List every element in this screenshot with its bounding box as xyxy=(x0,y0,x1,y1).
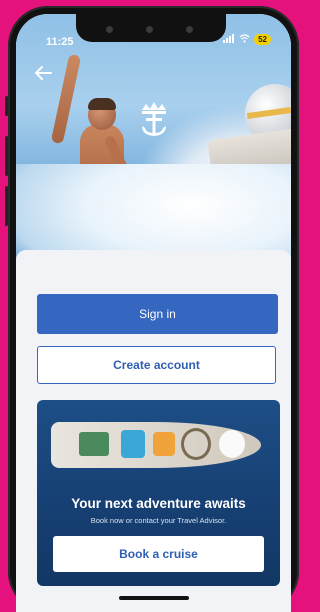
book-cruise-button[interactable]: Book a cruise xyxy=(53,536,264,572)
ship-deck-ring xyxy=(181,428,211,460)
promo-title: Your next adventure awaits xyxy=(71,496,246,511)
ship-deck-slide xyxy=(153,432,175,456)
face-sensor xyxy=(146,26,153,33)
ship-top-view-image xyxy=(51,422,261,468)
proximity-sensor xyxy=(186,26,193,33)
mute-switch xyxy=(5,96,8,116)
status-time: 11:25 xyxy=(46,36,74,48)
arrow-left-icon[interactable] xyxy=(32,62,56,86)
auth-panel: Sign in Create account Your next adventu… xyxy=(16,250,291,612)
status-icons: 52 xyxy=(223,34,271,45)
royal-caribbean-crown-anchor-icon xyxy=(134,100,174,140)
volume-up-button xyxy=(5,136,8,176)
promo-card: Your next adventure awaits Book now or c… xyxy=(37,400,280,586)
hero-person-hair xyxy=(88,98,116,110)
app-screen: 11:25 52 Sign in Create account Your nex… xyxy=(16,14,291,612)
camera-notch xyxy=(76,14,226,42)
battery-indicator: 52 xyxy=(254,34,271,45)
promo-subtitle: Book now or contact your Travel Advisor. xyxy=(90,516,227,525)
ship-deck-dome xyxy=(219,430,245,458)
ship-deck-park xyxy=(79,432,109,456)
create-account-button[interactable]: Create account xyxy=(37,346,276,384)
sign-in-button[interactable]: Sign in xyxy=(37,294,278,334)
ship-deck-pool xyxy=(121,430,145,458)
status-bar: 11:25 52 xyxy=(16,14,291,54)
volume-down-button xyxy=(5,186,8,226)
wifi-icon xyxy=(239,34,250,45)
front-camera xyxy=(106,26,113,33)
home-indicator[interactable] xyxy=(119,596,189,600)
signal-icon xyxy=(223,34,235,45)
